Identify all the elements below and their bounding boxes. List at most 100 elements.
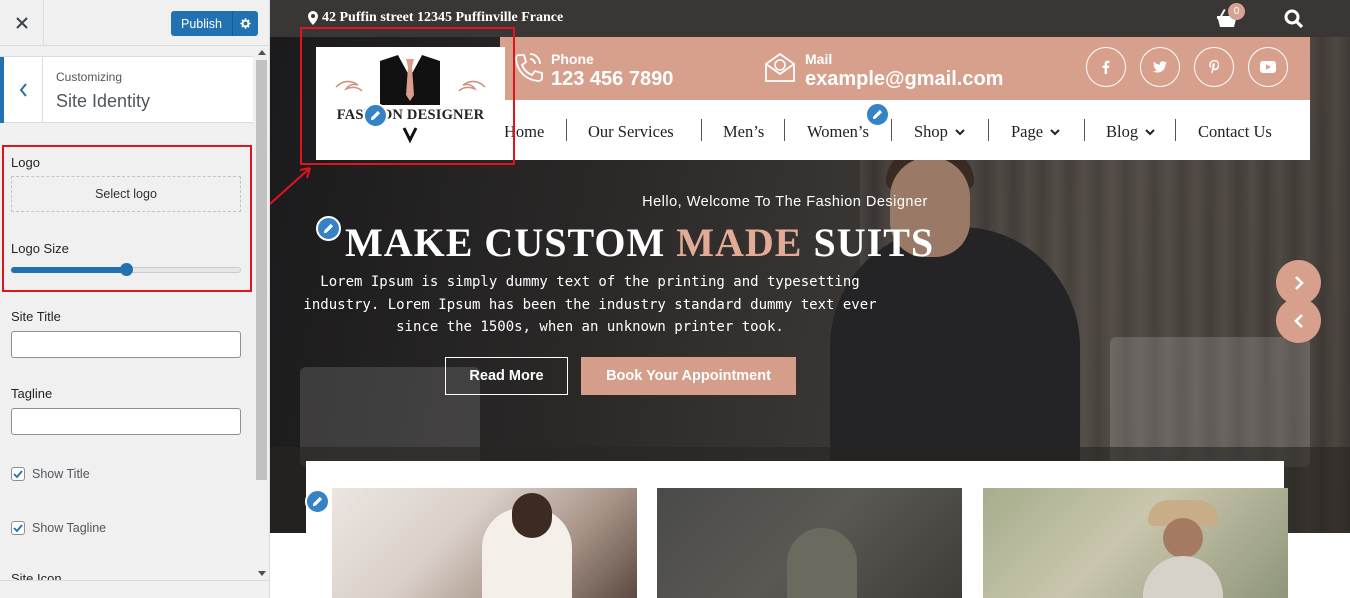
- site-title-input[interactable]: [11, 331, 241, 358]
- nav-divider: [988, 119, 989, 141]
- facebook-link[interactable]: [1086, 47, 1126, 87]
- nav-label: Shop: [914, 122, 948, 141]
- pencil-icon: [370, 110, 381, 121]
- phone-icon: [515, 53, 543, 82]
- pencil-icon: [872, 109, 883, 120]
- chevron-right-icon: [1294, 275, 1304, 290]
- nav-womens[interactable]: Women’s: [807, 122, 869, 142]
- chevron-down-icon: [955, 128, 965, 135]
- hero-heading-part: MAKE CUSTOM: [345, 220, 677, 265]
- phone-label: Phone: [551, 51, 594, 67]
- hero-heading-part: SUITS: [802, 220, 935, 265]
- mail-contact: Mail example@gmail.com: [763, 51, 1003, 91]
- chevron-down-icon: [1145, 128, 1155, 135]
- scroll-thumb[interactable]: [256, 60, 267, 480]
- customizer-header: Publish: [0, 0, 269, 46]
- chevron-down-icon: [1050, 128, 1060, 135]
- scroll-down-arrow[interactable]: [258, 571, 266, 576]
- site-title-label: Site Title: [11, 309, 61, 324]
- close-icon: [15, 17, 28, 29]
- card-figure-head: [512, 493, 552, 538]
- highlight-box-logo: [300, 27, 515, 165]
- address-text: 42 Puffin street 12345 Puffinville Franc…: [322, 10, 564, 25]
- card-figure: [787, 528, 857, 598]
- main-navigation: Home Our Services Men’s Women’s Shop Pag…: [500, 100, 1310, 160]
- nav-mens[interactable]: Men’s: [723, 122, 764, 142]
- phone-contact: Phone 123 456 7890: [513, 51, 673, 91]
- nav-label: Women’s: [807, 122, 869, 141]
- site-preview: 42 Puffin street 12345 Puffinville Franc…: [270, 0, 1350, 598]
- customizer-sidebar: Publish Customizing Site Identity Logo S…: [0, 0, 270, 598]
- nav-blog[interactable]: Blog: [1106, 122, 1155, 142]
- section-title: Site Identity: [56, 91, 151, 111]
- highlight-box-sidebar: [2, 145, 252, 292]
- show-title-checkbox[interactable]: [11, 467, 25, 481]
- mail-icon: [765, 52, 795, 82]
- edit-menu-shortcut[interactable]: [865, 102, 890, 127]
- customizing-label: Customizing: [56, 70, 123, 84]
- hero-heading: MAKE CUSTOM MADE SUITS: [345, 219, 934, 266]
- edit-logo-shortcut[interactable]: [363, 103, 388, 128]
- chevron-left-icon: [1293, 313, 1303, 328]
- nav-page[interactable]: Page: [1011, 122, 1060, 142]
- slider-prev-button[interactable]: [1276, 298, 1321, 343]
- youtube-icon: [1260, 61, 1276, 73]
- youtube-link[interactable]: [1248, 47, 1288, 87]
- phone-number[interactable]: 123 456 7890: [551, 68, 673, 91]
- show-tagline-checkbox[interactable]: [11, 521, 25, 535]
- edit-slider-shortcut[interactable]: [316, 216, 341, 241]
- header-contact-bar: Phone 123 456 7890 Mail example@gmail.co…: [500, 37, 1310, 100]
- hero-greeting: Hello, Welcome To The Fashion Designer: [642, 194, 928, 210]
- pencil-icon: [323, 223, 334, 234]
- section-header: Customizing Site Identity: [0, 56, 253, 123]
- nav-contact-us[interactable]: Contact Us: [1198, 122, 1272, 142]
- pinterest-link[interactable]: [1194, 47, 1234, 87]
- nav-our-services[interactable]: Our Services: [588, 122, 674, 142]
- read-more-button[interactable]: Read More: [445, 357, 568, 395]
- scroll-up-arrow[interactable]: [258, 50, 266, 55]
- twitter-link[interactable]: [1140, 47, 1180, 87]
- nav-label: Blog: [1106, 122, 1139, 141]
- edit-gallery-shortcut[interactable]: [305, 489, 330, 514]
- hero-heading-accent: MADE: [676, 220, 803, 265]
- show-title-label: Show Title: [32, 467, 90, 481]
- tagline-label: Tagline: [11, 386, 53, 401]
- card-figure-head: [1163, 518, 1203, 558]
- publish-group: Publish: [171, 11, 258, 36]
- hero-description: Lorem Ipsum is simply dummy text of the …: [303, 274, 877, 335]
- map-marker-icon: [308, 11, 318, 25]
- nav-label: Contact Us: [1198, 122, 1272, 141]
- nav-divider: [1084, 119, 1085, 141]
- nav-divider: [784, 119, 785, 141]
- gallery-card[interactable]: [657, 488, 962, 598]
- facebook-icon: [1102, 60, 1110, 74]
- close-customizer-button[interactable]: [0, 0, 44, 46]
- book-appointment-button[interactable]: Book Your Appointment: [581, 357, 796, 395]
- chevron-left-icon: [19, 83, 27, 97]
- gear-icon: [240, 18, 251, 29]
- checkmark-icon: [13, 470, 23, 479]
- nav-shop[interactable]: Shop: [914, 122, 965, 142]
- back-button[interactable]: [0, 57, 43, 123]
- tagline-input[interactable]: [11, 408, 241, 435]
- gallery-card[interactable]: [332, 488, 637, 598]
- gallery-card[interactable]: [983, 488, 1288, 598]
- gallery-section: [306, 461, 1288, 598]
- mail-address[interactable]: example@gmail.com: [805, 68, 1003, 91]
- nav-divider: [891, 119, 892, 141]
- nav-label: Men’s: [723, 122, 765, 141]
- sidebar-scrollbar[interactable]: [254, 46, 269, 580]
- mail-label: Mail: [805, 51, 833, 67]
- nav-divider: [701, 119, 702, 141]
- search-button[interactable]: [1284, 9, 1304, 34]
- nav-divider: [566, 119, 567, 141]
- search-icon: [1284, 9, 1304, 29]
- publish-button[interactable]: Publish: [171, 11, 232, 36]
- show-tagline-label: Show Tagline: [32, 521, 107, 535]
- pencil-icon: [312, 496, 323, 507]
- customizer-footer: [0, 580, 269, 598]
- twitter-icon: [1153, 61, 1167, 73]
- address: 42 Puffin street 12345 Puffinville Franc…: [308, 10, 563, 26]
- publish-settings-button[interactable]: [232, 11, 258, 36]
- nav-label: Our Services: [588, 122, 674, 141]
